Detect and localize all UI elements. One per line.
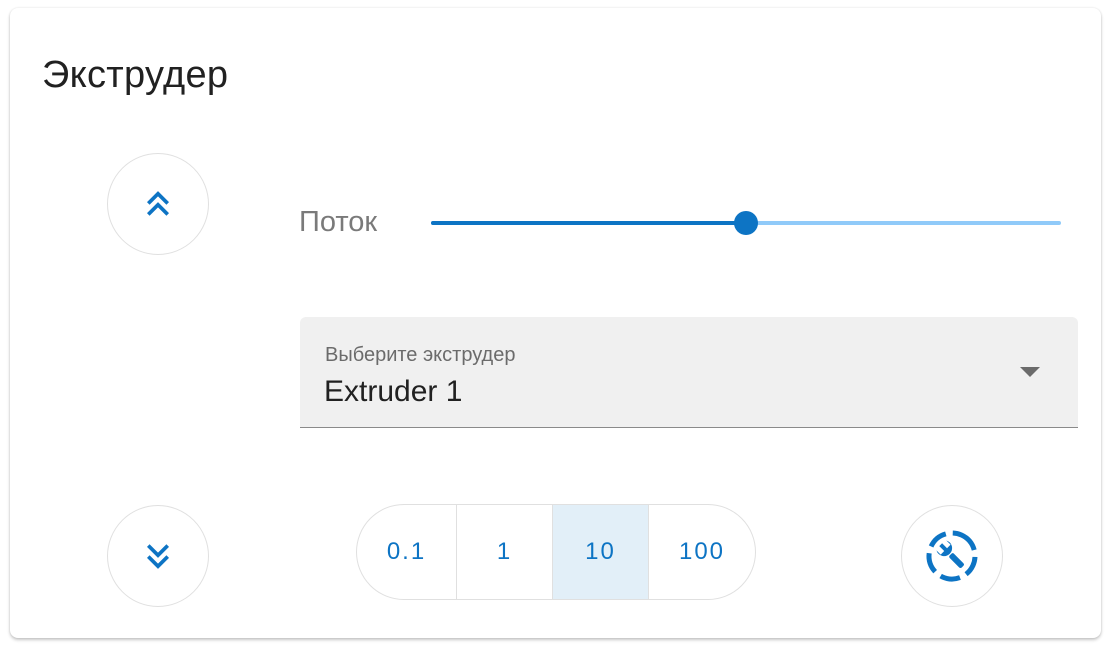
extrude-down-button[interactable] (107, 505, 209, 607)
extruder-select[interactable]: Выберите экструдер Extruder 1 (300, 317, 1078, 428)
card-title: Экструдер (42, 54, 229, 96)
flow-label: Поток (299, 206, 378, 238)
wrench-dashed-circle-icon (926, 530, 978, 582)
extruder-tools-button[interactable] (901, 505, 1003, 607)
chevron-double-down-icon (147, 544, 169, 569)
slider-thumb[interactable] (734, 211, 758, 235)
extruder-select-value: Extruder 1 (324, 375, 463, 408)
step-option-100[interactable]: 100 (648, 505, 755, 599)
step-option-1[interactable]: 1 (456, 505, 552, 599)
caret-down-icon (1020, 367, 1040, 377)
step-option-10[interactable]: 10 (552, 505, 648, 599)
extruder-select-label: Выберите экструдер (325, 344, 516, 366)
flow-slider[interactable] (431, 208, 1061, 238)
extrude-up-button[interactable] (107, 153, 209, 255)
chevron-double-up-icon (147, 191, 169, 216)
slider-track-active (431, 221, 746, 225)
step-option-0.1[interactable]: 0.1 (357, 505, 456, 599)
step-size-toggle: 0.1 1 10 100 (356, 504, 756, 600)
extruder-card: Экструдер Поток Выберите экструдер Extru… (10, 8, 1101, 638)
